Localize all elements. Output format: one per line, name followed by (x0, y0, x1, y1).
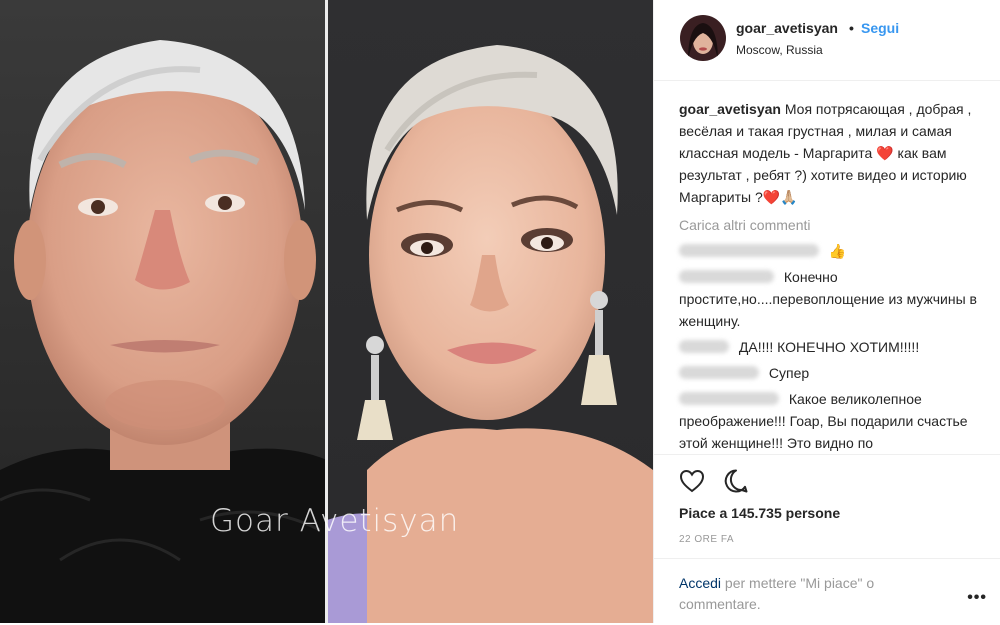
comment-item: 👍 (679, 240, 979, 262)
location-link[interactable]: Moscow, Russia (736, 43, 823, 57)
more-options-icon[interactable]: ••• (967, 589, 987, 607)
follow-button[interactable]: Segui (861, 20, 899, 36)
comment-item: ДА!!!! КОНЕЧНО ХОТИМ!!!!! (679, 336, 979, 358)
comment-text: ДА!!!! КОНЕЧНО ХОТИМ!!!!! (738, 339, 920, 355)
blurred-username (679, 244, 819, 257)
post-header: goar_avetisyan • Segui Moscow, Russia (654, 0, 1000, 81)
blurred-username (679, 392, 779, 405)
header-separator: • (849, 20, 854, 36)
post-side-panel: goar_avetisyan • Segui Moscow, Russia go… (653, 0, 1000, 623)
post-image[interactable]: Goar Avetisyan (0, 0, 653, 623)
comment-item: Конечно простите,но....перевоплощение из… (679, 266, 979, 332)
load-more-comments[interactable]: Carica altri commenti (679, 214, 979, 236)
header-username[interactable]: goar_avetisyan (736, 20, 838, 36)
comment-text: Супер (768, 365, 810, 381)
comment-item: Какое великолепное преображение!!! Гоар,… (679, 388, 979, 454)
blurred-username (679, 340, 729, 353)
post-timestamp[interactable]: 22 ORE FA (679, 534, 734, 545)
blurred-username (679, 270, 774, 283)
login-text: Accedi per mettere "Mi piace" o commenta… (679, 573, 939, 615)
caption-username[interactable]: goar_avetisyan (679, 101, 781, 117)
login-prompt: Accedi per mettere "Mi piace" o commenta… (654, 558, 1000, 625)
blurred-username (679, 366, 759, 379)
avatar[interactable] (680, 15, 726, 61)
heart-icon[interactable] (678, 467, 706, 495)
comments-list: goar_avetisyan Моя потрясающая , добрая … (679, 98, 979, 454)
login-link[interactable]: Accedi (679, 575, 721, 591)
comment-bubble-icon[interactable] (722, 467, 750, 495)
comment-text: 👍 (828, 243, 847, 259)
caption: goar_avetisyan Моя потрясающая , добрая … (679, 98, 979, 208)
post-actions: Piace a 145.735 persone 22 ORE FA Accedi… (654, 454, 1000, 624)
comment-item: Супер (679, 362, 979, 384)
likes-count[interactable]: Piace a 145.735 persone (679, 505, 840, 521)
watermark: Goar Avetisyan (210, 503, 460, 539)
